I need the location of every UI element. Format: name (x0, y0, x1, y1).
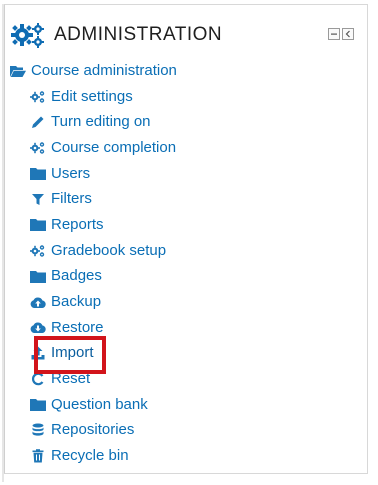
tree-item-filters[interactable]: Filters (10, 186, 360, 212)
tree-item-import[interactable]: Import (10, 341, 360, 367)
tree-item-label: Restore (51, 318, 104, 336)
tree-item-label: Import (51, 344, 94, 362)
tree-item-course-administration[interactable]: Course administration (10, 58, 360, 84)
tree-item-recycle-bin[interactable]: Recycle bin (10, 443, 360, 469)
tree-item-restore[interactable]: Restore (10, 315, 360, 341)
tree-item-course-completion[interactable]: Course completion (10, 135, 360, 161)
tree-item-users[interactable]: Users (10, 161, 360, 187)
tree-item-label: Filters (51, 190, 92, 208)
tree-item-label: Recycle bin (51, 447, 129, 465)
tree-item-label: Edit settings (51, 87, 133, 105)
tree-item-repositories[interactable]: Repositories (10, 418, 360, 444)
cogs-icon (30, 140, 46, 156)
block-title: ADMINISTRATION (54, 24, 223, 45)
tree-item-question-bank[interactable]: Question bank (10, 392, 360, 418)
collapse-icon[interactable] (328, 28, 340, 40)
folder-icon (30, 217, 46, 233)
admin-tree: Course administration Edit settings Turn… (10, 58, 360, 469)
folder-icon (30, 268, 46, 284)
database-icon (30, 422, 46, 438)
tree-item-reset[interactable]: Reset (10, 366, 360, 392)
tree-item-turn-editing-on[interactable]: Turn editing on (10, 109, 360, 135)
upload-icon (30, 345, 46, 361)
tree-item-label: Gradebook setup (51, 241, 167, 259)
tree-item-label: Badges (51, 267, 102, 285)
block-controls (328, 28, 354, 40)
tree-item-gradebook-setup[interactable]: Gradebook setup (10, 238, 360, 264)
cloud-download-icon (30, 320, 46, 336)
tree-item-badges[interactable]: Badges (10, 264, 360, 290)
reset-icon (30, 371, 46, 387)
pencil-icon (30, 114, 46, 130)
block-header: ADMINISTRATION (10, 20, 358, 50)
tree-item-label: Turn editing on (51, 113, 151, 131)
tree-item-label: Users (51, 164, 91, 182)
cloud-upload-icon (30, 294, 46, 310)
tree-item-label: Repositories (51, 421, 135, 439)
tree-item-label: Reports (51, 215, 104, 233)
folder-icon (30, 166, 46, 182)
folder-open-icon (10, 63, 26, 79)
tree-item-reports[interactable]: Reports (10, 212, 360, 238)
cogs-icon (10, 22, 50, 48)
tree-item-label: Course administration (31, 61, 177, 79)
tree-item-label: Reset (51, 370, 91, 388)
tree-item-edit-settings[interactable]: Edit settings (10, 84, 360, 110)
tree-item-label: Question bank (51, 395, 148, 413)
cogs-icon (30, 243, 46, 259)
dock-icon[interactable] (342, 28, 354, 40)
tree-item-label: Backup (51, 293, 102, 311)
filter-icon (30, 191, 46, 207)
tree-item-backup[interactable]: Backup (10, 289, 360, 315)
trash-icon (30, 448, 46, 464)
cogs-icon (30, 89, 46, 105)
tree-item-label: Course completion (51, 138, 177, 156)
folder-icon (30, 397, 46, 413)
